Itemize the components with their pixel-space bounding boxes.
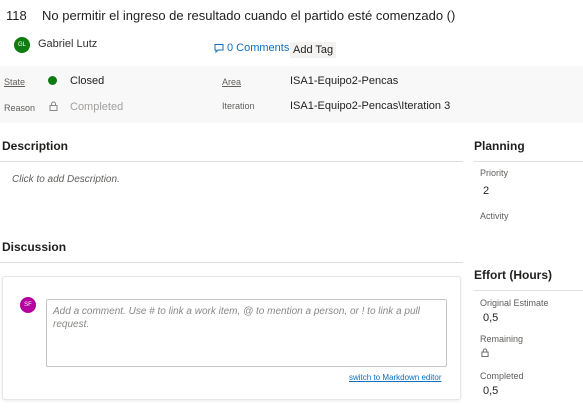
work-item-id: 118: [6, 8, 27, 23]
state-label: State: [4, 77, 26, 87]
original-estimate-value[interactable]: 0,5: [483, 312, 498, 324]
comments-link[interactable]: 0 Comments: [214, 42, 289, 54]
effort-divider: [474, 290, 583, 291]
activity-label: Activity: [480, 211, 509, 221]
description-editor[interactable]: Click to add Description.: [12, 174, 120, 185]
description-title: Description: [2, 139, 69, 153]
priority-value[interactable]: 2: [483, 185, 489, 197]
state-indicator: [48, 76, 57, 85]
reason-label: Reason: [4, 103, 36, 113]
iteration-value[interactable]: ISA1-Equipo2-Pencas\Iteration 3: [290, 100, 450, 112]
lock-icon: [49, 101, 58, 111]
assignee-avatar[interactable]: GL: [14, 37, 30, 53]
priority-label: Priority: [480, 168, 509, 178]
description-divider: [0, 161, 463, 162]
effort-title: Effort (Hours): [474, 268, 552, 282]
comment-icon: [214, 44, 224, 53]
assignee-name[interactable]: Gabriel Lutz: [38, 38, 97, 50]
iteration-label: Iteration: [222, 101, 255, 111]
original-estimate-label: Original Estimate: [480, 298, 549, 308]
area-value[interactable]: ISA1-Equipo2-Pencas: [290, 75, 398, 87]
completed-label: Completed: [480, 371, 524, 381]
comments-count: 0 Comments: [227, 42, 290, 54]
planning-divider: [474, 161, 583, 162]
planning-title: Planning: [474, 139, 525, 153]
state-value[interactable]: Closed: [70, 75, 104, 87]
area-label: Area: [222, 77, 242, 87]
comment-input[interactable]: Add a comment. Use # to link a work item…: [46, 299, 447, 367]
completed-value[interactable]: 0,5: [483, 385, 498, 397]
add-tag-button[interactable]: Add Tag: [290, 42, 337, 58]
reason-value: Completed: [70, 101, 124, 113]
markdown-editor-link[interactable]: switch to Markdown editor: [349, 373, 441, 382]
discussion-divider: [0, 262, 463, 263]
discussion-title: Discussion: [2, 240, 67, 254]
work-item-title[interactable]: No permitir el ingreso de resultado cuan…: [42, 8, 455, 23]
remaining-label: Remaining: [480, 334, 524, 344]
remaining-lock-icon: [481, 348, 489, 357]
current-user-avatar: SF: [20, 297, 36, 313]
